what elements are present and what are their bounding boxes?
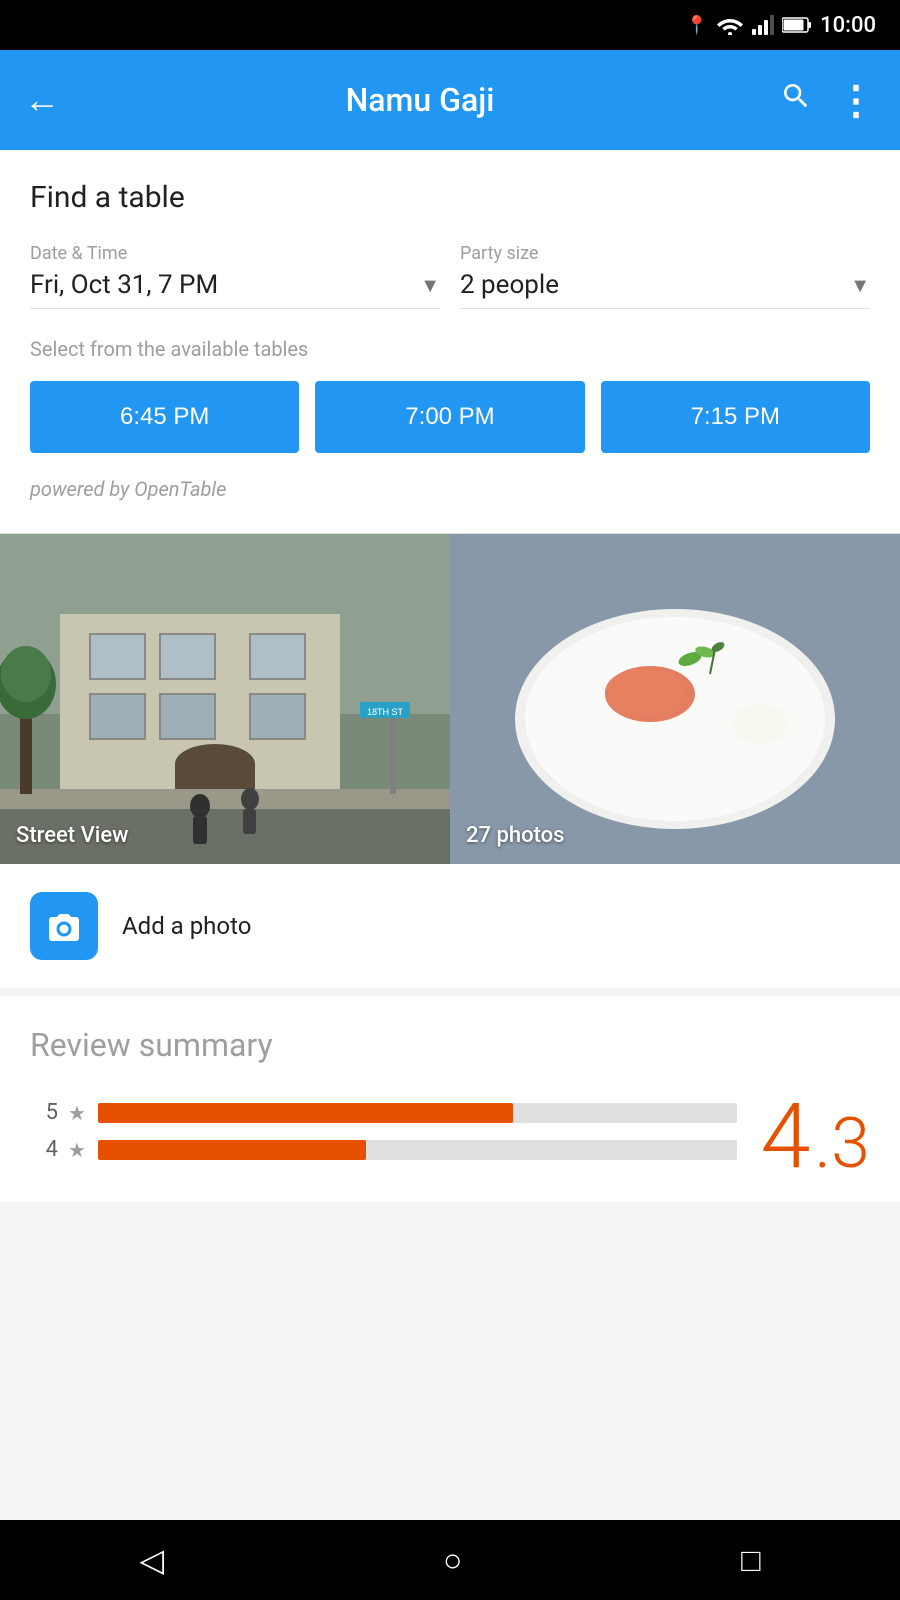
party-size-value: 2 people: [460, 270, 559, 300]
star-icon-4: ★: [68, 1138, 86, 1162]
available-tables-label: Select from the available tables: [30, 337, 870, 361]
star-icon-5: ★: [68, 1101, 86, 1125]
back-button[interactable]: ←: [24, 79, 60, 121]
dropdowns-row: Date & Time Fri, Oct 31, 7 PM ▼ Party si…: [30, 243, 870, 309]
divider-2: [0, 988, 900, 996]
party-size-label: Party size: [460, 243, 870, 264]
find-table-title: Find a table: [30, 180, 870, 215]
rating-bar-4-fill: [98, 1140, 366, 1160]
recent-nav-icon[interactable]: □: [741, 1541, 760, 1579]
time-buttons-row: 6:45 PM 7:00 PM 7:15 PM: [30, 381, 870, 453]
time-slot-2[interactable]: 7:00 PM: [315, 381, 584, 453]
big-rating-decimal: .3: [814, 1109, 870, 1179]
bars-and-score: 5 ★ 4 ★ 4 .3: [30, 1092, 870, 1182]
photos-count-label: 27 photos: [466, 823, 564, 848]
wifi-icon: [716, 15, 744, 35]
location-icon: 📍: [686, 15, 708, 36]
rating-bar-5-fill: [98, 1103, 513, 1123]
time-slot-1[interactable]: 6:45 PM: [30, 381, 299, 453]
signal-icon: [752, 15, 774, 35]
big-rating-display: 4 .3: [761, 1092, 871, 1182]
date-time-dropdown[interactable]: Fri, Oct 31, 7 PM ▼: [30, 270, 440, 309]
status-icons: 📍 10:00: [686, 13, 876, 38]
rating-num-4: 4: [30, 1137, 58, 1162]
rating-bar-4-container: [98, 1140, 737, 1160]
add-photo-row[interactable]: Add a photo: [0, 864, 900, 988]
add-photo-text: Add a photo: [122, 912, 251, 940]
street-view-label: Street View: [16, 823, 129, 848]
date-time-label: Date & Time: [30, 243, 440, 264]
review-section: Review summary 5 ★ 4 ★: [0, 996, 900, 1202]
main-content: Find a table Date & Time Fri, Oct 31, 7 …: [0, 150, 900, 1202]
rating-num-5: 5: [30, 1100, 58, 1125]
food-photo-cell[interactable]: 27 photos: [450, 534, 900, 864]
app-bar: ← Namu Gaji ⋮: [0, 50, 900, 150]
svg-text:18TH ST: 18TH ST: [367, 707, 404, 717]
party-size-dropdown[interactable]: 2 people ▼: [460, 270, 870, 309]
party-size-arrow-icon: ▼: [850, 273, 870, 298]
date-time-value: Fri, Oct 31, 7 PM: [30, 270, 218, 300]
powered-by-text: powered by OpenTable: [30, 477, 870, 501]
big-rating-integer: 4: [761, 1092, 811, 1182]
photos-row: 18TH ST Street View: [0, 534, 900, 864]
home-nav-icon[interactable]: ○: [443, 1541, 462, 1579]
rating-bar-5-container: [98, 1103, 737, 1123]
battery-icon: [782, 16, 812, 34]
page-title: Namu Gaji: [84, 81, 756, 119]
nav-bar: ◁ ○ □: [0, 1520, 900, 1600]
status-bar: 📍 10:00: [0, 0, 900, 50]
street-view-cell[interactable]: 18TH ST Street View: [0, 534, 450, 864]
party-size-group: Party size 2 people ▼: [460, 243, 870, 309]
more-options-button[interactable]: ⋮: [836, 77, 876, 124]
rating-row-5: 5 ★: [30, 1100, 737, 1125]
back-nav-icon[interactable]: ◁: [139, 1541, 164, 1579]
camera-icon: [30, 892, 98, 960]
rating-row-4: 4 ★: [30, 1137, 737, 1162]
review-title: Review summary: [30, 1026, 870, 1064]
status-time: 10:00: [820, 13, 876, 38]
date-time-group: Date & Time Fri, Oct 31, 7 PM ▼: [30, 243, 440, 309]
date-time-arrow-icon: ▼: [420, 273, 440, 298]
time-slot-3[interactable]: 7:15 PM: [601, 381, 870, 453]
search-button[interactable]: [780, 80, 812, 120]
rating-bars: 5 ★ 4 ★: [30, 1100, 737, 1174]
find-table-section: Find a table Date & Time Fri, Oct 31, 7 …: [0, 150, 900, 533]
